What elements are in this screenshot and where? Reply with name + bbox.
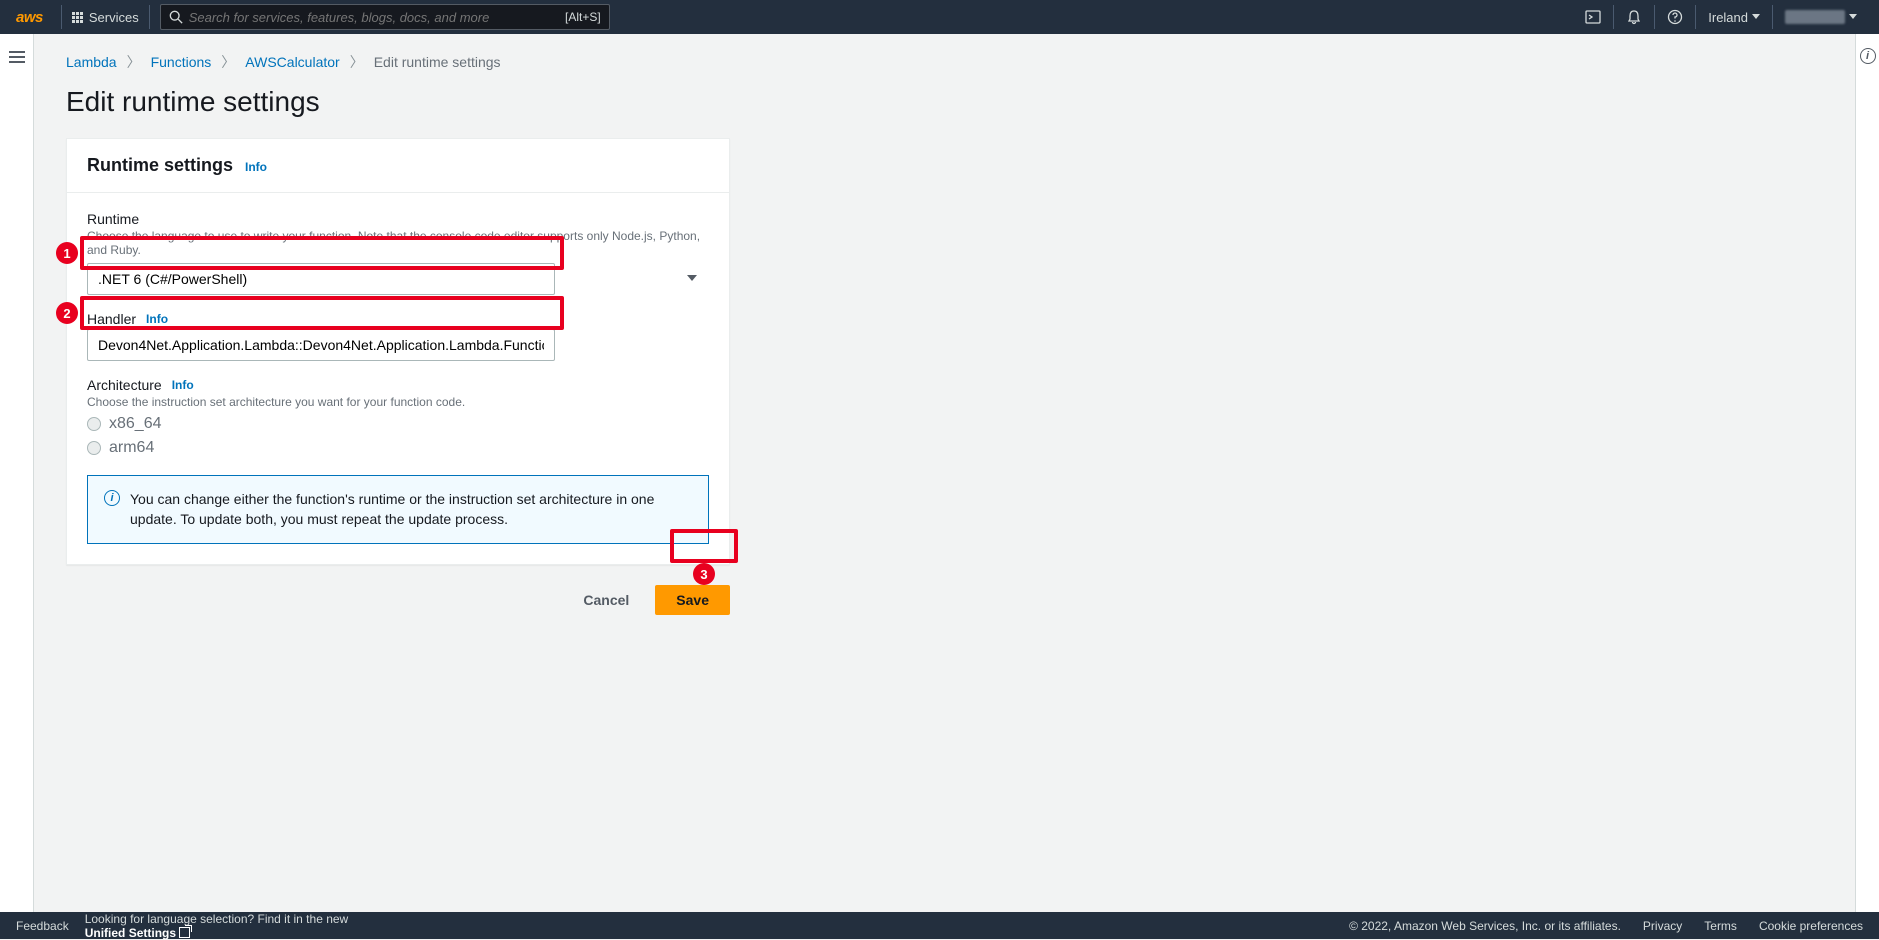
aws-logo[interactable]: aws: [10, 9, 49, 26]
grid-icon: [72, 12, 83, 23]
action-buttons: Cancel Save: [66, 585, 730, 615]
save-button[interactable]: Save: [655, 585, 730, 615]
footer-copyright: © 2022, Amazon Web Services, Inc. or its…: [1349, 919, 1621, 933]
external-link-icon: [179, 927, 190, 938]
main-content: Lambda 〉 Functions 〉 AWSCalculator 〉 Edi…: [34, 34, 1855, 912]
search-input[interactable]: [189, 10, 565, 25]
region-selector[interactable]: Ireland: [1696, 5, 1773, 29]
arch-radio-arm64[interactable]: arm64: [87, 439, 709, 457]
cloudshell-button[interactable]: [1573, 5, 1614, 29]
runtime-settings-panel: Runtime settings Info Runtime Choose the…: [66, 138, 730, 565]
radio-icon: [87, 417, 101, 431]
notifications-button[interactable]: [1614, 5, 1655, 29]
panel-info-link[interactable]: Info: [245, 160, 267, 174]
feedback-link[interactable]: Feedback: [16, 919, 69, 933]
top-navbar: aws Services [Alt+S] Ireland: [0, 0, 1879, 34]
arch-radio-x86[interactable]: x86_64: [87, 415, 709, 433]
breadcrumb-functions[interactable]: Functions: [151, 54, 212, 70]
chevron-down-icon: [687, 275, 697, 281]
search-icon: [169, 10, 183, 24]
chevron-down-icon: [1849, 14, 1857, 20]
bell-icon: [1626, 9, 1642, 25]
panel-title: Runtime settings: [87, 155, 233, 176]
info-alert: i You can change either the function's r…: [87, 475, 709, 544]
page-title: Edit runtime settings: [34, 82, 1855, 138]
footer-lang-text: Looking for language selection? Find it …: [85, 912, 349, 940]
services-label: Services: [89, 10, 139, 25]
unified-settings-link[interactable]: Unified Settings: [85, 926, 349, 940]
handler-label: Handler: [87, 311, 136, 327]
account-name-blurred: [1785, 10, 1845, 24]
help-button[interactable]: [1655, 5, 1696, 29]
chevron-right-icon: 〉: [127, 52, 141, 72]
search-shortcut: [Alt+S]: [565, 10, 601, 24]
right-panel-toggle[interactable]: i: [1855, 34, 1879, 912]
breadcrumb-function-name[interactable]: AWSCalculator: [245, 54, 339, 70]
breadcrumb-current: Edit runtime settings: [374, 54, 501, 70]
chevron-down-icon: [1752, 14, 1760, 20]
help-icon: [1667, 9, 1683, 25]
architecture-help: Choose the instruction set architecture …: [87, 395, 709, 409]
info-icon: i: [104, 490, 120, 506]
breadcrumb: Lambda 〉 Functions 〉 AWSCalculator 〉 Edi…: [34, 34, 1855, 82]
hamburger-icon: [9, 48, 25, 912]
panel-header: Runtime settings Info: [67, 139, 729, 193]
breadcrumb-lambda[interactable]: Lambda: [66, 54, 117, 70]
runtime-label: Runtime: [87, 211, 709, 227]
handler-field: Handler Info: [87, 311, 709, 361]
terms-link[interactable]: Terms: [1704, 919, 1737, 933]
handler-info-link[interactable]: Info: [146, 312, 168, 326]
cookie-prefs-link[interactable]: Cookie preferences: [1759, 919, 1863, 933]
architecture-field: Architecture Info Choose the instruction…: [87, 377, 709, 457]
left-panel-toggle[interactable]: [0, 34, 34, 912]
runtime-help: Choose the language to use to write your…: [87, 229, 709, 257]
architecture-info-link[interactable]: Info: [172, 378, 194, 392]
architecture-label: Architecture: [87, 377, 162, 393]
runtime-field: Runtime Choose the language to use to wr…: [87, 211, 709, 295]
account-menu[interactable]: [1773, 5, 1869, 29]
cloudshell-icon: [1585, 9, 1601, 25]
info-icon: i: [1860, 48, 1876, 64]
cancel-button[interactable]: Cancel: [571, 586, 641, 614]
privacy-link[interactable]: Privacy: [1643, 919, 1682, 933]
services-menu-button[interactable]: Services: [61, 5, 150, 29]
handler-input[interactable]: [87, 329, 555, 361]
chevron-right-icon: 〉: [350, 52, 364, 72]
runtime-select[interactable]: .NET 6 (C#/PowerShell): [87, 263, 555, 295]
radio-icon: [87, 441, 101, 455]
chevron-right-icon: 〉: [221, 52, 235, 72]
search-bar[interactable]: [Alt+S]: [160, 4, 610, 30]
footer: Feedback Looking for language selection?…: [0, 912, 1879, 939]
info-alert-text: You can change either the function's run…: [130, 490, 692, 529]
